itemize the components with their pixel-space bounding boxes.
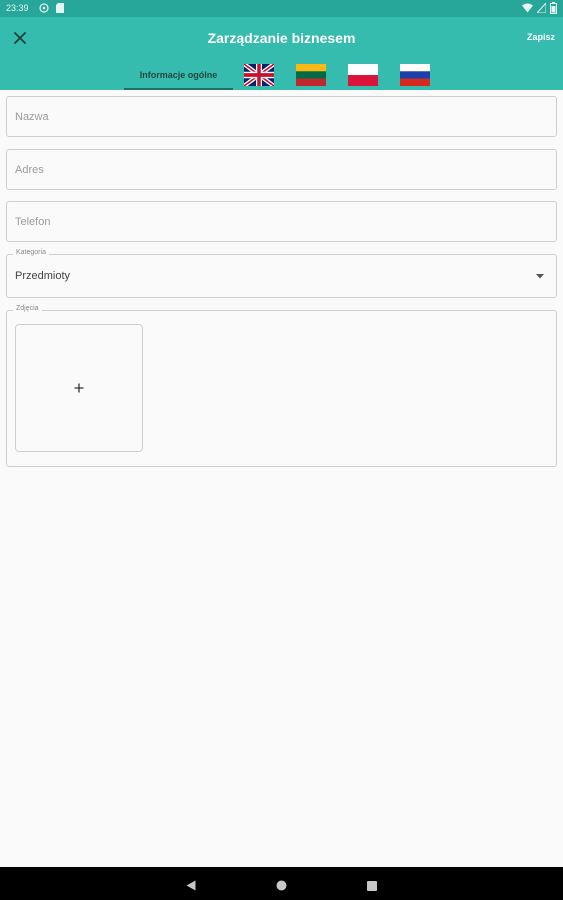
category-select[interactable]: Kategoria Przedmioty [6,249,557,298]
save-button[interactable]: Zapisz [527,32,555,42]
russia-flag-icon [400,63,430,86]
status-bar: 23:39 [0,0,563,17]
back-button[interactable] [186,878,196,896]
language-tabs: Informacje ogólne [124,59,441,90]
category-label: Kategoria [13,249,49,256]
system-nav-bar [0,867,563,900]
settings-status-icon [39,3,49,15]
add-photo-button[interactable] [15,324,143,452]
home-icon [276,880,287,891]
battery-icon [550,2,557,16]
address-placeholder: Adres [15,164,44,176]
phone-placeholder: Telefon [15,216,51,228]
name-placeholder: Nazwa [15,111,49,123]
recents-button[interactable] [367,878,377,896]
name-field[interactable]: Nazwa [6,96,557,137]
app-bar: Zarządzanie biznesem Zapisz Informacje o… [0,17,563,90]
home-button[interactable] [276,878,287,896]
category-value: Przedmioty [15,270,71,282]
status-time: 23:39 [6,3,29,13]
tab-russian[interactable] [389,59,441,90]
poland-flag-icon [348,63,378,86]
dropdown-arrow-icon [536,274,544,279]
wifi-icon [522,3,533,15]
back-icon [186,880,196,891]
recents-icon [367,881,377,891]
photos-section: Zdjęcia [6,305,557,467]
phone-field[interactable]: Telefon [6,201,557,242]
tab-lithuanian[interactable] [285,59,337,90]
address-field[interactable]: Adres [6,149,557,190]
sd-card-status-icon [56,3,64,15]
tab-general-info-label: Informacje ogólne [139,69,218,80]
uk-flag-icon [244,63,274,86]
page-title: Zarządzanie biznesem [207,30,356,46]
signal-icon [535,1,547,15]
tab-indicator [124,88,233,90]
plus-icon [74,383,84,393]
tab-english[interactable] [233,59,285,90]
tab-polish[interactable] [337,59,389,90]
photos-label: Zdjęcia [13,305,42,312]
lithuania-flag-icon [296,63,326,86]
tab-general-info[interactable]: Informacje ogólne [124,59,233,90]
